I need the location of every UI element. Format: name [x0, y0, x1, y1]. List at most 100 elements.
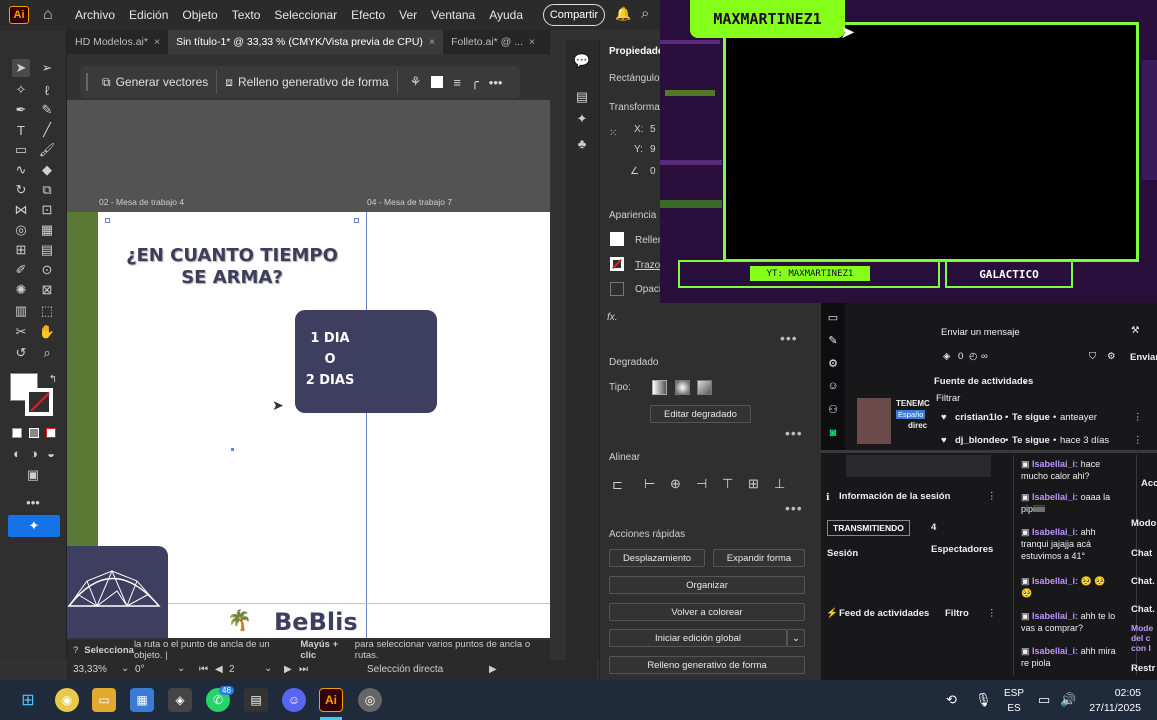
artboard-tool-icon[interactable]: ⬚	[38, 302, 56, 320]
home-icon[interactable]: ⌂	[43, 6, 61, 24]
menu-seleccionar[interactable]: Seleccionar	[274, 8, 337, 22]
clock[interactable]: 02:05 27/11/2025	[1089, 686, 1141, 716]
prev-artboard-icon[interactable]: ◀	[215, 664, 223, 675]
shape-builder-icon[interactable]: ◎	[12, 221, 30, 239]
line-tool-icon[interactable]: ╱	[38, 121, 56, 139]
linear-gradient-icon[interactable]	[652, 380, 667, 395]
headline-text[interactable]: ¿EN CUANTO TIEMPO SE ARMA?	[107, 245, 357, 289]
eraser-icon[interactable]: ◆	[38, 161, 56, 179]
align-hcenter-icon[interactable]: ⊕	[670, 476, 681, 492]
feed-filter[interactable]: Filtro	[945, 608, 969, 619]
radial-gradient-icon[interactable]	[675, 380, 690, 395]
windows-start-icon[interactable]: ⊞	[16, 688, 40, 712]
send-message-placeholder[interactable]: Enviar un mensaje	[941, 327, 1020, 338]
globe-card[interactable]	[67, 546, 168, 638]
menu-edicion[interactable]: Edición	[129, 8, 168, 22]
screen-mode-icon[interactable]: ▣	[24, 466, 42, 484]
menu-objeto[interactable]: Objeto	[182, 8, 217, 22]
blend-icon[interactable]: ⊙	[38, 261, 56, 279]
brushes-icon[interactable]: ✦	[573, 110, 591, 128]
zoom-tool-icon[interactable]: ⌕	[38, 344, 56, 362]
width-tool-icon[interactable]: ⋈	[12, 201, 30, 219]
brand-logo-text[interactable]: BeBlis	[274, 608, 358, 636]
shaper-icon[interactable]: ∿	[12, 161, 30, 179]
menu-texto[interactable]: Texto	[232, 8, 261, 22]
color-mode-icon[interactable]	[12, 428, 22, 438]
menu-ventana[interactable]: Ventana	[431, 8, 475, 22]
mesh-icon[interactable]: ⊞	[12, 241, 30, 259]
close-icon[interactable]: ×	[529, 36, 535, 48]
help-icon[interactable]: ?	[73, 645, 78, 656]
generate-vectors-button[interactable]: ⧉ Generar vectores	[94, 70, 218, 94]
chrome-icon[interactable]: ◉	[55, 688, 79, 712]
generative-shape-fill-button[interactable]: Relleno generativo de forma	[609, 656, 805, 674]
share-button[interactable]: Compartir	[543, 4, 605, 26]
align-left-icon[interactable]: ⊢	[644, 476, 655, 492]
align-bottom-icon[interactable]: ⊥	[774, 476, 785, 492]
rotation-value[interactable]: 0°	[135, 664, 145, 675]
emote-icon[interactable]: ☺	[826, 380, 840, 394]
more-icon[interactable]: ⋮	[987, 491, 997, 502]
chevron-down-icon[interactable]: ⌄	[264, 663, 272, 674]
symbol-sprayer-icon[interactable]: ✺	[12, 281, 30, 299]
infinity-icon[interactable]: ∞	[981, 351, 988, 362]
language-indicator[interactable]: ESP ES	[1004, 686, 1024, 716]
gear-icon[interactable]: ⚙	[1107, 351, 1116, 362]
gradient-tool-icon[interactable]: ▤	[38, 241, 56, 259]
brush-icon[interactable]: 🖌	[38, 141, 56, 159]
arrange-button[interactable]: Organizar	[609, 576, 805, 594]
generative-icon[interactable]: ✦	[8, 515, 60, 537]
align-vcenter-icon[interactable]: ⊞	[748, 476, 759, 492]
rotate-icon[interactable]: ↻	[12, 181, 30, 199]
reference-point-icon[interactable]: ⁙	[609, 128, 617, 139]
fx-icon[interactable]: fx.	[607, 312, 618, 323]
users-icon[interactable]: ⚇	[826, 403, 840, 417]
chat-panel[interactable]: ▣ Isabellai_i: hace mucho calor ahi? ▣ I…	[1021, 455, 1131, 680]
recolor-icon[interactable]: ⚘	[410, 74, 422, 90]
artboard-label[interactable]: 04 - Mesa de trabajo 7	[367, 197, 452, 207]
menu-ver[interactable]: Ver	[399, 8, 417, 22]
artboard-number[interactable]: 2	[229, 664, 235, 675]
angle-field[interactable]: 0	[650, 166, 656, 177]
none-mode-icon[interactable]	[46, 428, 56, 438]
type-tool-icon[interactable]: T	[12, 121, 30, 139]
scale-icon[interactable]: ⧉	[38, 181, 56, 199]
corner-icon[interactable]: ╭	[471, 74, 479, 90]
stroke-swatch[interactable]	[25, 388, 53, 416]
tab-hd-modelos[interactable]: HD Modelos.ai* ×	[67, 30, 168, 54]
tools-icon[interactable]: ⚒	[1131, 325, 1140, 336]
edit-gradient-button[interactable]: Editar degradado	[650, 405, 751, 423]
rotate-view-icon[interactable]: ↺	[12, 344, 30, 362]
days-card[interactable]: 1 DIA O 2 DIAS	[295, 310, 437, 413]
chevron-down-icon[interactable]: ⌄	[121, 663, 129, 674]
illustrator-taskbar-icon[interactable]: Ai	[319, 688, 343, 712]
lasso-icon[interactable]: ℓ	[38, 81, 56, 99]
fill-swatch[interactable]	[610, 232, 624, 246]
magic-wand-icon[interactable]: ✧	[12, 81, 30, 99]
opacity-icon[interactable]	[610, 282, 624, 296]
align-icon[interactable]: ≡	[453, 75, 461, 90]
microphone-icon[interactable]: 🎙	[975, 692, 992, 708]
bell-icon[interactable]: 🔔	[615, 6, 631, 22]
camera-icon[interactable]: ◙	[826, 427, 840, 441]
stroke-swatch[interactable]	[610, 257, 624, 271]
zoom-level[interactable]: 33,33%	[73, 664, 107, 675]
app-icon[interactable]: ▦	[130, 688, 154, 712]
search-icon[interactable]: ⌕	[641, 5, 649, 22]
fill-square-icon[interactable]	[431, 76, 444, 88]
more-options-icon[interactable]: •••	[785, 500, 803, 516]
direct-selection-tool-icon[interactable]: ➢	[38, 59, 56, 77]
send-button[interactable]: Enviar	[1130, 352, 1157, 363]
align-right-icon[interactable]: ⊣	[696, 476, 707, 492]
menu-ayuda[interactable]: Ayuda	[489, 8, 523, 22]
close-icon[interactable]: ×	[154, 36, 160, 48]
brush-icon[interactable]: ✎	[826, 334, 840, 348]
more-icon[interactable]: ⋮	[1133, 435, 1143, 446]
comments-icon[interactable]: 💬	[573, 52, 591, 70]
free-transform-icon[interactable]: ⊡	[38, 201, 56, 219]
more-options-icon[interactable]: •••	[780, 330, 798, 346]
symbols-icon[interactable]: ♣	[573, 134, 591, 152]
draw-behind-icon[interactable]: ◑	[25, 444, 43, 462]
perspective-icon[interactable]: ▦	[38, 221, 56, 239]
eyedropper-icon[interactable]: ✐	[12, 261, 30, 279]
